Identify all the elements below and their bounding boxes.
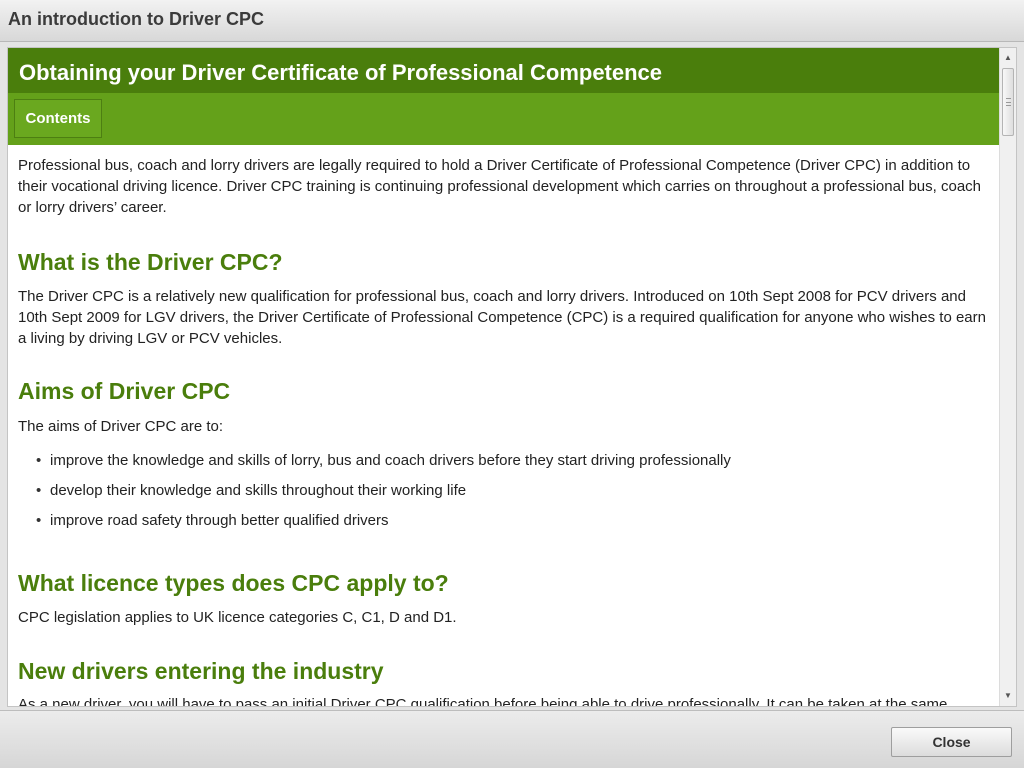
section-text-what-is-cpc: The Driver CPC is a relatively new quali… [18, 288, 986, 347]
intro-paragraph: Professional bus, coach and lorry driver… [18, 157, 982, 216]
list-item-text: develop their knowledge and skills throu… [50, 482, 467, 499]
vertical-scrollbar[interactable]: ▲ ▼ [999, 48, 1016, 706]
contents-button[interactable]: Contents [14, 99, 102, 138]
list-item: • improve road safety through better qual… [36, 510, 976, 531]
close-button[interactable]: Close [891, 727, 1012, 757]
bullet-icon: • [36, 512, 42, 529]
page-toolbar: Contents [8, 93, 999, 145]
section-text-aims: The aims of Driver CPC are to: [18, 418, 224, 435]
section-text-licence-types: CPC legislation applies to UK licence ca… [18, 609, 457, 626]
scroll-thumb[interactable] [1002, 68, 1014, 136]
scrollable-content[interactable]: Obtaining your Driver Certificate of Pro… [8, 48, 999, 706]
scroll-up-button[interactable]: ▲ [1000, 50, 1016, 66]
section-text-new-drivers: As a new driver, you will have to pass a… [18, 696, 948, 706]
page-header: Obtaining your Driver Certificate of Pro… [8, 48, 999, 93]
bullet-icon: • [36, 482, 42, 499]
page-title: Obtaining your Driver Certificate of Pro… [19, 60, 663, 85]
list-item-text: improve the knowledge and skills of lorr… [50, 452, 731, 469]
window-title: An introduction to Driver CPC [8, 9, 264, 29]
scroll-down-button[interactable]: ▼ [1000, 688, 1016, 704]
triangle-down-icon: ▼ [1004, 691, 1012, 700]
window-titlebar: An introduction to Driver CPC [0, 0, 1024, 42]
list-item: • develop their knowledge and skills thro… [36, 480, 976, 501]
grip-icon [1006, 98, 1011, 106]
section-heading-aims: Aims of Driver CPC [18, 378, 231, 404]
content-frame: Obtaining your Driver Certificate of Pro… [7, 47, 1017, 707]
section-heading-licence-types: What licence types does CPC apply to? [18, 570, 449, 596]
list-item-text: improve road safety through better quali… [50, 512, 389, 529]
bullet-icon: • [36, 452, 42, 469]
section-heading-what-is-cpc: What is the Driver CPC? [18, 249, 283, 275]
list-item: • improve the knowledge and skills of lor… [36, 450, 976, 471]
dialog-footer: Close [0, 710, 1024, 768]
section-heading-new-drivers: New drivers entering the industry [18, 658, 384, 684]
triangle-up-icon: ▲ [1004, 53, 1012, 62]
